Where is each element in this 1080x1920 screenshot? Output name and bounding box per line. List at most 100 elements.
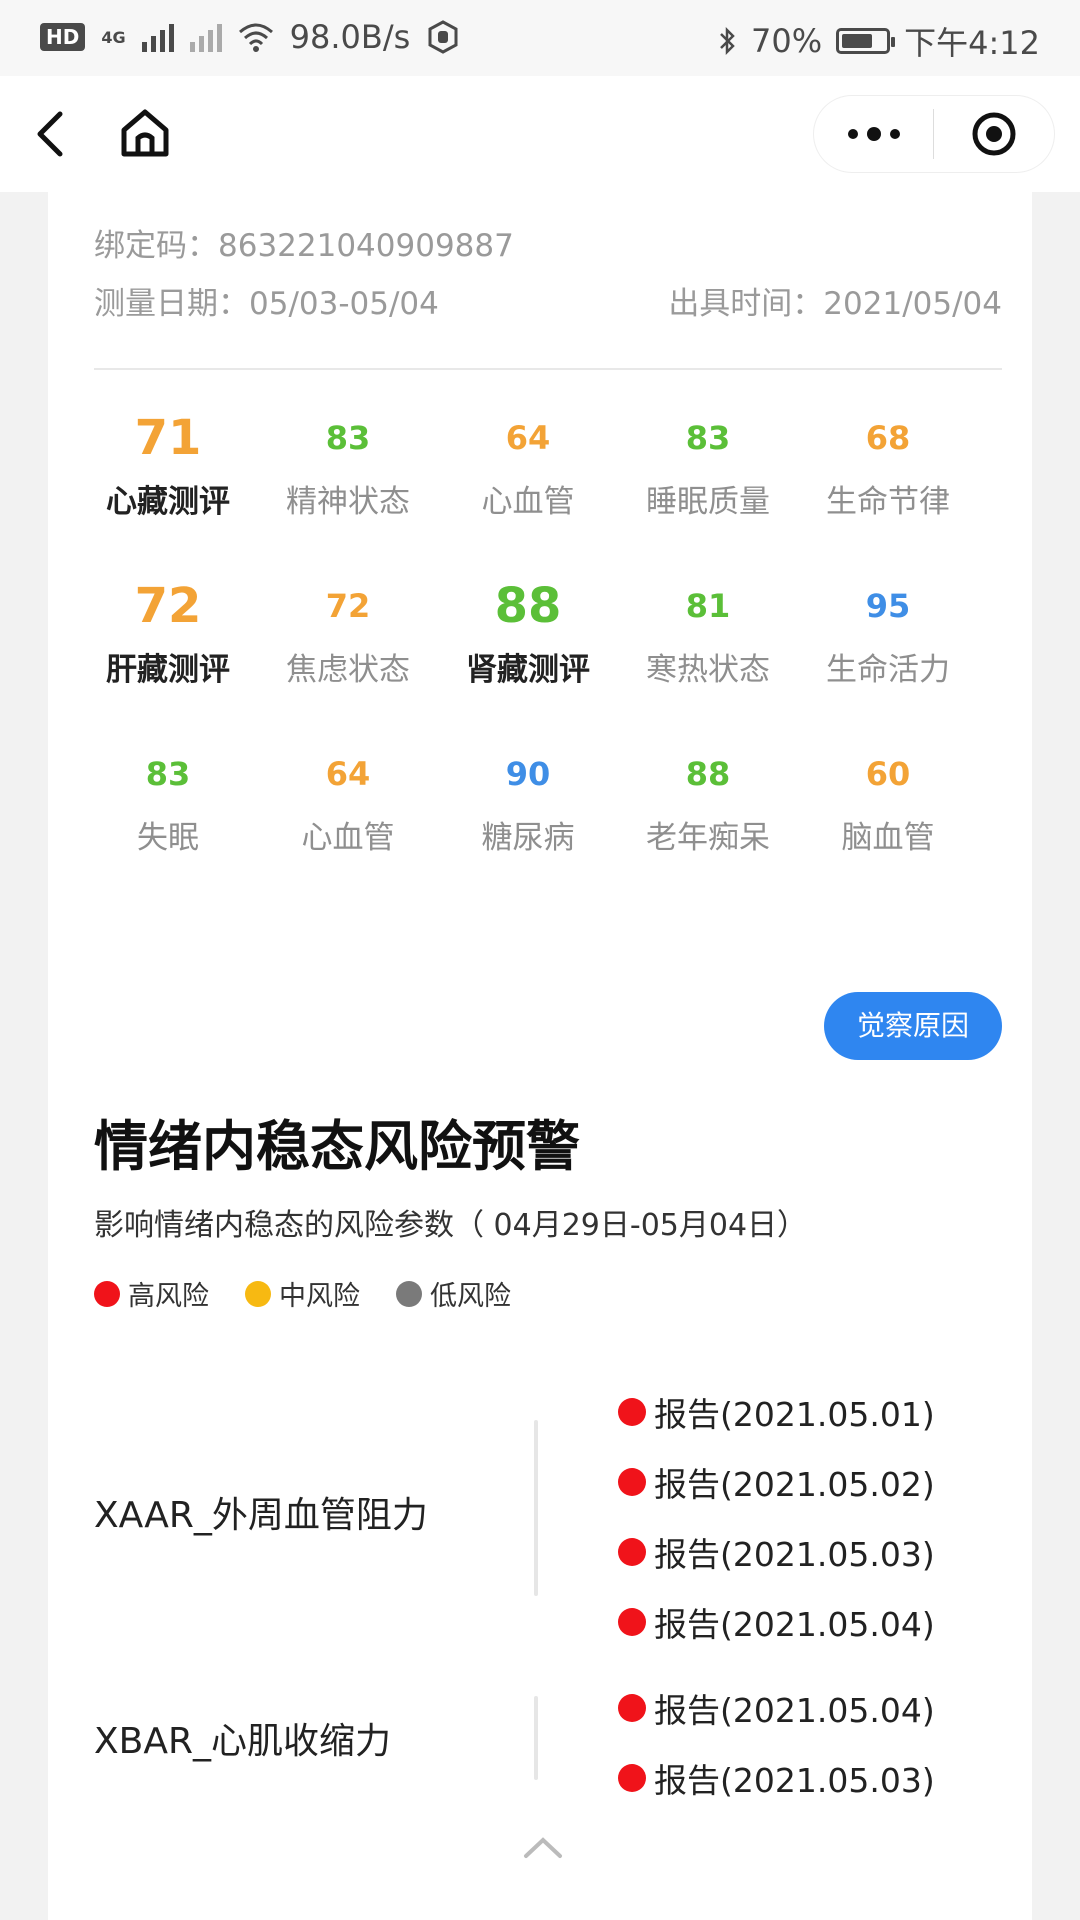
legend-low-label: 低风险 [430,1281,511,1312]
high-risk-dot-icon [618,1694,646,1722]
param-divider [534,1696,538,1780]
score-value: 71 [134,410,202,466]
score-label: 生命活力 [826,652,950,688]
status-bar: HD 4G 98.0B/s 70% 下午4:12 [0,0,1080,76]
home-icon[interactable] [118,106,172,160]
bluetooth-icon [720,26,735,56]
hd-badge: HD [40,23,86,51]
score-value: 72 [325,587,371,625]
chevron-up-icon[interactable] [520,1832,566,1862]
issue-time: 出具时间：2021/05/04 [668,286,1002,322]
score-label: 焦虑状态 [286,652,410,688]
score-value: 72 [134,578,202,634]
clock: 下午4:12 [904,24,1040,62]
score-row: 71 心藏测评 83 精神状态 64 心血管 83 睡眠质量 68 生命节律 [78,398,978,566]
divider [94,368,1002,370]
report-card: 绑定码：863221040909887 测量日期：05/03-05/04 出具时… [48,192,1032,1920]
score-label: 肝藏测评 [106,652,230,688]
risk-title: 情绪内稳态风险预警 [94,1115,580,1178]
measure-date: 测量日期：05/03-05/04 [94,286,439,322]
report-item[interactable]: 报告(2021.05.04) [618,1598,935,1646]
high-risk-dot-icon [618,1468,646,1496]
report-item[interactable]: 报告(2021.05.02) [618,1458,935,1506]
score-cell[interactable]: 64 心血管 [438,398,618,566]
score-cell[interactable]: 88 老年痴呆 [618,734,798,902]
network-speed: 98.0B/s [289,18,411,56]
report-label: 报告(2021.05.02) [654,1465,935,1504]
score-label: 心血管 [481,484,575,520]
score-cell[interactable]: 83 睡眠质量 [618,398,798,566]
score-label: 糖尿病 [481,820,575,856]
score-value: 95 [865,587,911,625]
score-cell[interactable]: 72 焦虑状态 [258,566,438,734]
mini-program-capsule [814,96,1054,172]
param-name: XAAR_外周血管阻力 [94,1495,428,1536]
score-label: 生命节律 [826,484,950,520]
mid-risk-dot-icon [245,1280,271,1307]
hand-icon [428,20,458,54]
score-cell[interactable]: 83 精神状态 [258,398,438,566]
battery-percent: 70% [751,22,823,60]
score-label: 老年痴呆 [646,820,770,856]
battery-fill [842,34,872,48]
signal-2-icon [189,22,222,52]
legend-low: 低风险 [396,1274,511,1313]
score-cell[interactable]: 71 心藏测评 [78,398,258,566]
score-cell[interactable]: 60 脑血管 [798,734,978,902]
high-risk-dot-icon [618,1608,646,1636]
score-value: 64 [325,755,371,793]
score-value: 83 [685,419,731,457]
battery-icon [836,28,896,54]
low-risk-dot-icon [396,1280,422,1307]
score-value: 64 [505,419,551,457]
score-value: 81 [685,587,731,625]
back-arrow-icon[interactable] [28,110,76,158]
report-item[interactable]: 报告(2021.05.04) [618,1684,935,1732]
score-label: 精神状态 [286,484,410,520]
score-cell[interactable]: 95 生命活力 [798,566,978,734]
score-label: 心藏测评 [106,484,230,520]
report-item[interactable]: 报告(2021.05.03) [618,1754,935,1802]
score-cell[interactable]: 83 失眠 [78,734,258,902]
score-value: 60 [865,755,911,793]
high-risk-dot-icon [618,1538,646,1566]
wifi-icon [238,23,273,52]
score-value: 90 [505,755,551,793]
score-cell[interactable]: 81 寒热状态 [618,566,798,734]
target-circle-icon[interactable] [934,110,1053,158]
network-type: 4G [101,27,126,47]
cause-button[interactable]: 觉察原因 [824,992,1002,1060]
score-value: 83 [325,419,371,457]
score-row: 72 肝藏测评 72 焦虑状态 88 肾藏测评 81 寒热状态 95 生命活力 [78,566,978,734]
legend-high: 高风险 [94,1274,209,1313]
score-cell[interactable]: 72 肝藏测评 [78,566,258,734]
score-value: 68 [865,419,911,457]
more-dots-icon[interactable] [814,96,933,172]
risk-subtitle: 影响情绪内稳态的风险参数（ 04月29日-05月04日） [94,1208,808,1243]
status-left: HD 4G 98.0B/s [40,18,460,56]
report-label: 报告(2021.05.03) [654,1535,935,1574]
legend-mid-label: 中风险 [279,1281,360,1312]
score-cell[interactable]: 88 肾藏测评 [438,566,618,734]
report-item[interactable]: 报告(2021.05.03) [618,1528,935,1576]
nav-bar [0,76,1080,192]
score-cell[interactable]: 64 心血管 [258,734,438,902]
report-label: 报告(2021.05.04) [654,1691,935,1730]
report-label: 报告(2021.05.03) [654,1761,935,1800]
score-label: 心血管 [301,820,395,856]
signal-icon [141,22,174,52]
high-risk-dot-icon [618,1398,646,1426]
risk-legend: 高风险 中风险 低风险 [94,1274,511,1313]
score-label: 寒热状态 [646,652,770,688]
report-label: 报告(2021.05.01) [654,1395,935,1434]
score-cell[interactable]: 90 糖尿病 [438,734,618,902]
score-label: 睡眠质量 [646,484,770,520]
binding-code: 绑定码：863221040909887 [94,228,514,264]
param-name: XBAR_心肌收缩力 [94,1721,392,1762]
score-value: 83 [145,755,191,793]
report-item[interactable]: 报告(2021.05.01) [618,1388,935,1436]
param-divider [534,1420,538,1596]
score-value: 88 [685,755,731,793]
score-cell[interactable]: 68 生命节律 [798,398,978,566]
high-risk-dot-icon [618,1764,646,1792]
